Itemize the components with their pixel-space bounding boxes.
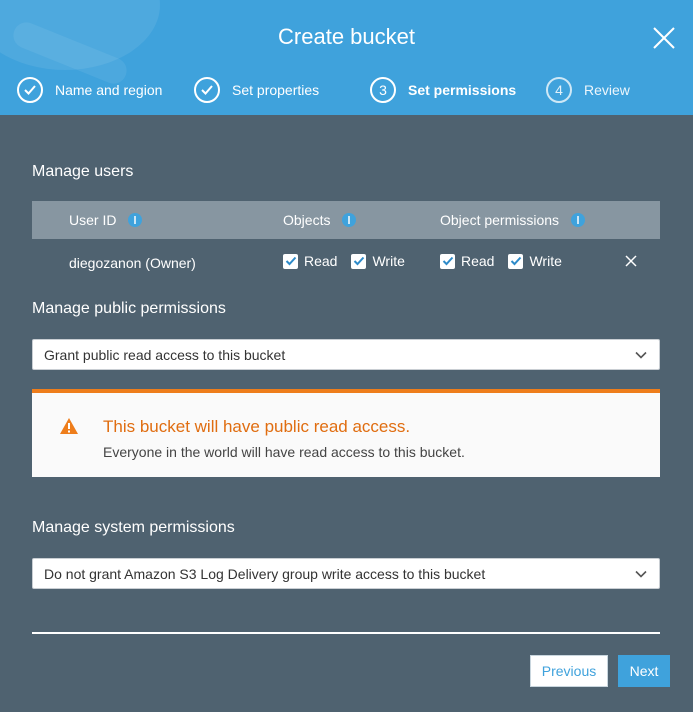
warning-icon (60, 418, 78, 434)
column-label: Object permissions (440, 212, 560, 228)
users-table-header: User ID Objects Object permissions (32, 201, 660, 239)
modal-title: Create bucket (278, 24, 415, 49)
column-objects: Objects (283, 212, 357, 228)
step-label: Review (584, 82, 630, 98)
check-icon (17, 77, 43, 103)
checkbox-checked-icon[interactable] (440, 253, 455, 269)
previous-button[interactable]: Previous (530, 655, 608, 687)
modal-header: Create bucket Name and region Set proper… (0, 0, 693, 115)
step-number: 4 (546, 77, 572, 103)
manage-users-title: Manage users (32, 163, 134, 180)
step-set-permissions: 3 Set permissions (370, 76, 516, 104)
select-value: Grant public read access to this bucket (44, 346, 286, 363)
column-label: User ID (69, 212, 117, 228)
public-permissions-select[interactable]: Grant public read access to this bucket (32, 339, 660, 370)
objects-read-checkbox[interactable]: Read (283, 253, 337, 269)
user-id-cell: diegozanon (Owner) (69, 255, 196, 271)
public-permissions-title: Manage public permissions (32, 300, 226, 317)
checkbox-label: Write (529, 253, 562, 269)
select-value: Do not grant Amazon S3 Log Delivery grou… (44, 565, 486, 582)
column-user-id: User ID (69, 212, 143, 228)
system-permissions-select[interactable]: Do not grant Amazon S3 Log Delivery grou… (32, 558, 660, 589)
warning-title: This bucket will have public read access… (103, 417, 411, 436)
close-icon[interactable] (650, 24, 678, 52)
step-label: Set properties (232, 82, 320, 98)
step-label: Name and region (55, 82, 163, 98)
permissions-read-checkbox[interactable]: Read (440, 253, 494, 269)
step-label: Set permissions (408, 82, 517, 98)
info-icon[interactable] (571, 213, 586, 227)
step-review[interactable]: 4 Review (546, 76, 630, 104)
wizard-steps: Name and region Set properties 3 Set per… (0, 74, 693, 104)
objects-cell: Read Write (283, 253, 419, 269)
footer-divider (32, 632, 660, 634)
permissions-write-checkbox[interactable]: Write (508, 253, 562, 269)
column-label: Objects (283, 212, 331, 228)
table-row: diegozanon (Owner) Read Write Read Write (32, 245, 660, 277)
next-button[interactable]: Next (618, 655, 670, 687)
checkbox-checked-icon[interactable] (283, 253, 298, 269)
chevron-down-icon (635, 570, 647, 578)
system-permissions-title: Manage system permissions (32, 519, 235, 536)
column-object-permissions: Object permissions (440, 212, 586, 228)
object-permissions-cell: Read Write (440, 253, 576, 269)
objects-write-checkbox[interactable]: Write (351, 253, 405, 269)
public-access-warning: This bucket will have public read access… (32, 389, 660, 477)
info-icon[interactable] (128, 213, 143, 227)
checkbox-label: Write (372, 253, 405, 269)
checkbox-checked-icon[interactable] (508, 253, 524, 269)
checkbox-label: Read (461, 253, 495, 269)
checkbox-label: Read (304, 253, 338, 269)
step-set-properties[interactable]: Set properties (194, 76, 319, 104)
remove-user-icon[interactable] (624, 254, 638, 268)
info-icon[interactable] (342, 213, 357, 227)
step-number: 3 (370, 77, 396, 103)
chevron-down-icon (635, 351, 647, 359)
check-icon (194, 77, 220, 103)
checkbox-checked-icon[interactable] (351, 253, 367, 269)
step-name-and-region[interactable]: Name and region (17, 76, 162, 104)
warning-message: Everyone in the world will have read acc… (103, 444, 465, 460)
